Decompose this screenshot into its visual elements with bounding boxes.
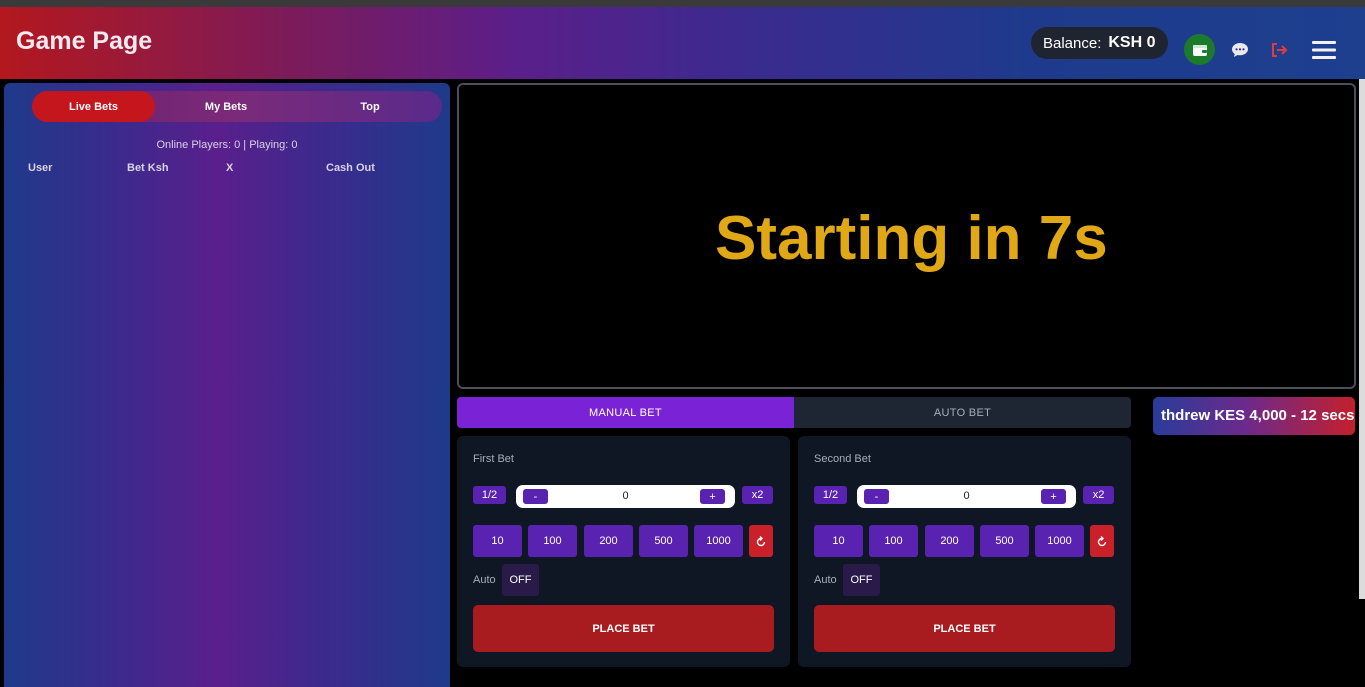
tab-auto-bet[interactable]: AUTO BET	[794, 397, 1131, 428]
balance-label: Balance:	[1043, 34, 1102, 52]
reset-icon[interactable]	[749, 525, 773, 557]
quick-amount-200[interactable]: 200	[584, 525, 633, 557]
browser-top-strip	[0, 0, 1365, 7]
half-button[interactable]: 1/2	[814, 486, 847, 504]
balance-value: KSH 0	[1108, 34, 1156, 51]
online-players-text: Online Players: 0 | Playing: 0	[156, 139, 298, 151]
chat-icon[interactable]	[1230, 40, 1250, 60]
tab-top[interactable]: Top	[304, 91, 436, 122]
quick-amount-100[interactable]: 100	[869, 525, 918, 557]
tab-manual-bet[interactable]: MANUAL BET	[457, 397, 794, 428]
auto-toggle[interactable]: OFF	[502, 564, 539, 596]
auto-label: Auto	[473, 574, 496, 586]
half-button[interactable]: 1/2	[473, 486, 506, 504]
column-header-user: User	[28, 162, 53, 174]
auto-toggle[interactable]: OFF	[843, 564, 880, 596]
wallet-icon[interactable]	[1184, 34, 1215, 65]
bet-panel-label: First Bet	[473, 453, 514, 465]
bet-amount-stepper[interactable]: 0 - +	[516, 485, 735, 508]
decrement-button[interactable]: -	[523, 489, 548, 504]
ticker-text: thdrew KES 4,000 - 12 secs a	[1161, 407, 1355, 424]
bet-panel-first: First Bet 1/2 0 - + x2 10 100 200 500 10…	[457, 436, 790, 667]
quick-amount-1000[interactable]: 1000	[694, 525, 743, 557]
quick-amount-500[interactable]: 500	[639, 525, 688, 557]
increment-button[interactable]: +	[700, 489, 725, 504]
menu-icon[interactable]	[1311, 38, 1337, 62]
balance-pill: Balance: KSH 0	[1031, 27, 1168, 59]
page-title: Game Page	[16, 27, 153, 55]
logout-icon[interactable]	[1269, 40, 1289, 60]
bet-panel-second: Second Bet 1/2 0 - + x2 10 100 200 500 1…	[798, 436, 1131, 667]
page-scrollbar[interactable]	[1359, 79, 1365, 599]
quick-amount-10[interactable]: 10	[473, 525, 522, 557]
place-bet-button[interactable]: PLACE BET	[473, 605, 774, 652]
double-button[interactable]: x2	[1083, 486, 1114, 504]
auto-label: Auto	[814, 574, 837, 586]
quick-amount-1000[interactable]: 1000	[1035, 525, 1084, 557]
game-canvas: Starting in 7s	[457, 83, 1356, 389]
place-bet-button[interactable]: PLACE BET	[814, 605, 1115, 652]
quick-amount-10[interactable]: 10	[814, 525, 863, 557]
column-header-multiplier: X	[226, 162, 234, 174]
tab-my-bets[interactable]: My Bets	[164, 91, 288, 122]
column-header-cashout: Cash Out	[326, 162, 375, 174]
countdown-text: Starting in 7s	[715, 204, 1108, 273]
decrement-button[interactable]: -	[864, 489, 889, 504]
bet-mode-tabs: MANUAL BET AUTO BET	[457, 397, 1131, 428]
bets-sidebar: Live Bets My Bets Top Online Players: 0 …	[4, 83, 450, 687]
tab-live-bets[interactable]: Live Bets	[32, 91, 155, 122]
header-bar: Game Page Balance: KSH 0	[0, 7, 1365, 79]
bet-amount-stepper[interactable]: 0 - +	[857, 485, 1076, 508]
withdrawal-ticker: thdrew KES 4,000 - 12 secs a	[1153, 397, 1355, 435]
reset-icon[interactable]	[1090, 525, 1114, 557]
increment-button[interactable]: +	[1041, 489, 1066, 504]
bet-panel-label: Second Bet	[814, 453, 871, 465]
column-header-bet: Bet Ksh	[127, 162, 169, 174]
quick-amount-100[interactable]: 100	[528, 525, 577, 557]
quick-amount-500[interactable]: 500	[980, 525, 1029, 557]
quick-amount-200[interactable]: 200	[925, 525, 974, 557]
double-button[interactable]: x2	[742, 486, 773, 504]
